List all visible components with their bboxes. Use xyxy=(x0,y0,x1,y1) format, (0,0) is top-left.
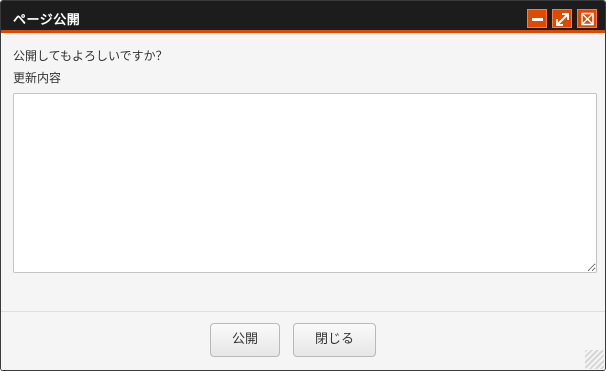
dialog-title: ページ公開 xyxy=(13,13,81,28)
resize-grip-icon[interactable] xyxy=(585,350,604,369)
publish-button[interactable]: 公開 xyxy=(210,323,280,357)
update-content-label: 更新内容 xyxy=(13,71,62,85)
update-content-textarea[interactable] xyxy=(13,93,597,273)
close-button[interactable]: 閉じる xyxy=(293,323,376,357)
close-window-button[interactable] xyxy=(577,9,597,28)
maximize-icon xyxy=(556,13,569,26)
publish-dialog: ページ公開 公開してもよろしいですか？ 更新内容 公開 閉じる xyxy=(0,0,606,371)
dialog-titlebar[interactable]: ページ公開 xyxy=(1,1,605,33)
dialog-footer: 公開 閉じる xyxy=(1,311,605,370)
maximize-button[interactable] xyxy=(552,9,572,28)
close-icon xyxy=(581,12,594,26)
confirm-prompt: 公開してもよろしいですか？ xyxy=(13,49,168,63)
minimize-button[interactable] xyxy=(527,9,547,28)
minimize-icon xyxy=(532,18,543,21)
